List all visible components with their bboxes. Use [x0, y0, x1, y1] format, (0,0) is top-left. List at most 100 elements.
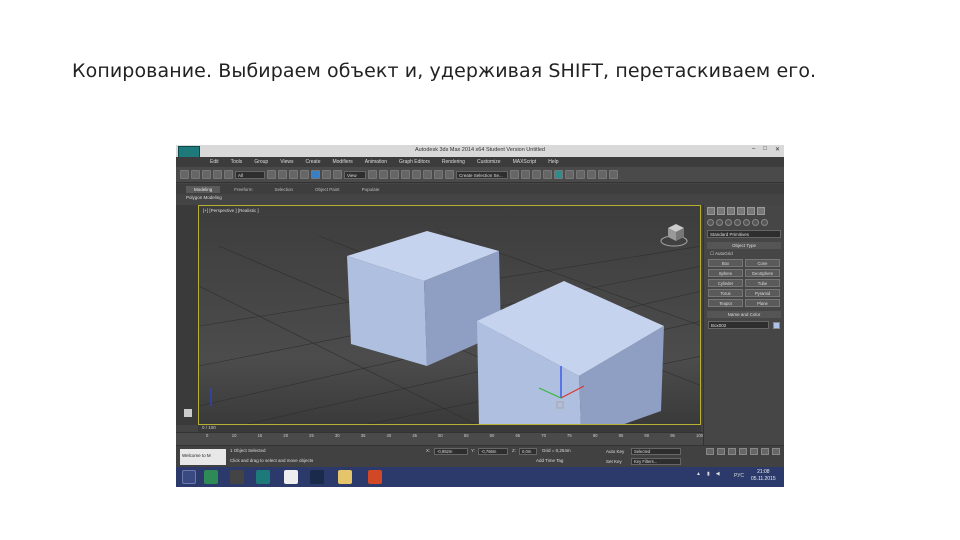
maxscript-listener[interactable]: Welcome to M [180, 449, 226, 465]
orbit-icon[interactable] [772, 448, 780, 455]
volume-icon[interactable]: ◀ [716, 471, 720, 477]
primitives-dropdown[interactable]: Standard Primitives [707, 230, 781, 238]
menu-item-customize[interactable]: Customize [471, 159, 507, 165]
auto-key-button[interactable]: Auto Key [606, 449, 624, 454]
close-icon[interactable]: ✕ [775, 146, 780, 153]
track-bar[interactable]: 0 10 15 20 25 30 35 40 45 50 55 60 65 70 75 80 85 90 95 100 [176, 432, 703, 445]
create-sphere-button[interactable]: Sphere [708, 269, 743, 277]
add-time-tag[interactable]: Add Time Tag [536, 458, 563, 463]
play-icon[interactable] [728, 448, 736, 455]
spacewarps-icon[interactable] [752, 219, 759, 226]
ribbon-tab-freeform[interactable]: Freeform [226, 186, 260, 193]
mirror-icon[interactable] [510, 170, 519, 179]
cameras-icon[interactable] [734, 219, 741, 226]
layer-manager-icon[interactable] [532, 170, 541, 179]
folder-task-icon[interactable] [338, 470, 352, 484]
ribbon-tab-selection[interactable]: Selection [267, 186, 302, 193]
object-name-field[interactable]: Box002 [708, 321, 769, 329]
select-move-icon[interactable] [311, 170, 320, 179]
input-language[interactable]: РУС [734, 473, 744, 479]
excel-task-icon[interactable] [204, 470, 218, 484]
bind-spacewarp-icon[interactable] [224, 170, 233, 179]
menu-item-help[interactable]: Help [542, 159, 564, 165]
rect-selection-icon[interactable] [289, 170, 298, 179]
prev-frame-icon[interactable] [717, 448, 725, 455]
menu-item-views[interactable]: Views [274, 159, 299, 165]
create-box-button[interactable]: Box [708, 259, 743, 267]
menu-item-graph-editors[interactable]: Graph Editors [393, 159, 436, 165]
link-icon[interactable] [202, 170, 211, 179]
powerpoint-task-icon[interactable] [368, 470, 382, 484]
motion-tab-icon[interactable] [737, 207, 745, 215]
chrome-task-icon[interactable] [284, 470, 298, 484]
create-torus-button[interactable]: Torus [708, 289, 743, 297]
select-by-name-icon[interactable] [278, 170, 287, 179]
percent-snap-icon[interactable] [423, 170, 432, 179]
utilities-tab-icon[interactable] [757, 207, 765, 215]
modify-tab-icon[interactable] [717, 207, 725, 215]
undo-icon[interactable] [180, 170, 189, 179]
ribbon-tab-object-paint[interactable]: Object Paint [307, 186, 348, 193]
create-tab-icon[interactable] [707, 207, 715, 215]
pivot-center-icon[interactable] [368, 170, 377, 179]
angle-snap-icon[interactable] [412, 170, 421, 179]
z-coord-field[interactable]: 0,0m [519, 448, 537, 455]
display-tab-icon[interactable] [747, 207, 755, 215]
rendered-frame-icon[interactable] [598, 170, 607, 179]
shapes-icon[interactable] [716, 219, 723, 226]
menu-item-edit[interactable]: Edit [204, 159, 225, 165]
graphite-toggle-icon[interactable] [543, 170, 552, 179]
material-editor-icon[interactable] [576, 170, 585, 179]
set-key-button[interactable]: Set Key [606, 459, 622, 464]
autogrid-checkbox[interactable]: ☐ AutoGrid [710, 251, 778, 257]
render-setup-icon[interactable] [587, 170, 596, 179]
start-button-icon[interactable] [182, 470, 196, 484]
y-coord-field[interactable]: -0,766m [478, 448, 508, 455]
minimize-icon[interactable]: – [752, 146, 755, 153]
curve-editor-icon[interactable] [554, 170, 563, 179]
network-icon[interactable]: ▮ [707, 471, 710, 477]
snaps-toggle-icon[interactable] [401, 170, 410, 179]
create-cone-button[interactable]: Cone [745, 259, 780, 267]
create-geosphere-button[interactable]: GeoSphere [745, 269, 780, 277]
3dsmax-task-icon[interactable] [256, 470, 270, 484]
helpers-icon[interactable] [743, 219, 750, 226]
clock[interactable]: 21:08 05.11.2015 [751, 469, 776, 483]
menu-item-modifiers[interactable]: Modifiers [326, 159, 358, 165]
spinner-snap-icon[interactable] [434, 170, 443, 179]
create-tube-button[interactable]: Tube [745, 279, 780, 287]
redo-icon[interactable] [191, 170, 200, 179]
window-crossing-icon[interactable] [300, 170, 309, 179]
time-slider[interactable]: 0 / 100 [198, 425, 701, 432]
object-type-rollout[interactable]: Object Type [707, 242, 781, 249]
render-production-icon[interactable] [609, 170, 618, 179]
create-plane-button[interactable]: Plane [745, 299, 780, 307]
select-object-icon[interactable] [267, 170, 276, 179]
menu-item-animation[interactable]: Animation [359, 159, 393, 165]
maximize-icon[interactable]: □ [763, 146, 767, 153]
key-mode-dropdown[interactable]: Selected [631, 448, 681, 455]
select-rotate-icon[interactable] [322, 170, 331, 179]
menu-item-group[interactable]: Group [248, 159, 274, 165]
create-pyramid-button[interactable]: Pyramid [745, 289, 780, 297]
name-color-rollout[interactable]: Name and Color [707, 311, 781, 318]
menu-item-create[interactable]: Create [299, 159, 326, 165]
manipulate-icon[interactable] [379, 170, 388, 179]
edit-named-selection-icon[interactable] [445, 170, 454, 179]
reference-coord-select[interactable]: View [344, 170, 366, 179]
terminal-task-icon[interactable] [230, 470, 244, 484]
select-scale-icon[interactable] [333, 170, 342, 179]
geometry-icon[interactable] [707, 219, 714, 226]
hierarchy-tab-icon[interactable] [727, 207, 735, 215]
viewport-label[interactable]: [+] [Perspective ] [Realistic ] [203, 208, 259, 213]
tray-up-icon[interactable]: ▲ [696, 471, 701, 477]
keyboard-shortcut-icon[interactable] [390, 170, 399, 179]
named-selection-select[interactable]: Create Selection Se... [456, 170, 508, 179]
next-frame-icon[interactable] [739, 448, 747, 455]
expand-arrow-icon[interactable] [184, 409, 192, 417]
go-start-icon[interactable] [706, 448, 714, 455]
menu-item-rendering[interactable]: Rendering [436, 159, 471, 165]
go-end-icon[interactable] [750, 448, 758, 455]
menu-item-tools[interactable]: Tools [225, 159, 249, 165]
create-cylinder-button[interactable]: Cylinder [708, 279, 743, 287]
